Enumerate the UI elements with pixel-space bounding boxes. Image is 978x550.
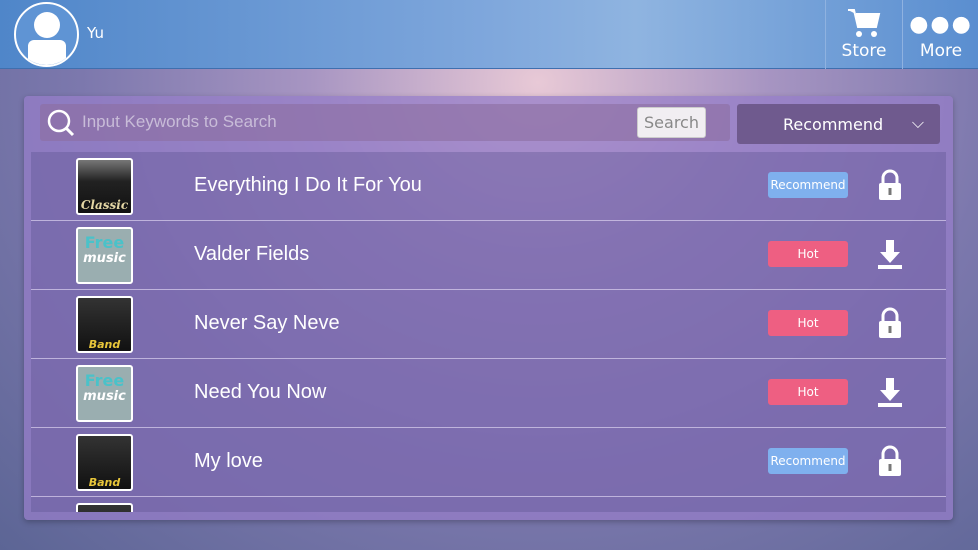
- more-dots-icon: ●●●: [909, 12, 973, 37]
- chevron-down-icon: ⌵: [911, 113, 924, 132]
- hot-badge: Hot: [768, 379, 848, 405]
- cart-icon: [848, 9, 881, 37]
- song-title: Need You Now: [194, 381, 327, 403]
- recommend-badge: Recommend: [768, 172, 848, 198]
- album-cover: Band: [76, 296, 133, 353]
- sort-dropdown[interactable]: Recommend ⌵: [737, 104, 940, 144]
- song-row[interactable]: Classic Everything I Do It For You Recomme…: [31, 152, 946, 221]
- search-bar: Search: [40, 104, 730, 141]
- album-cover: Free music: [76, 227, 133, 284]
- more-button[interactable]: ●●● More: [902, 0, 978, 69]
- search-button[interactable]: Search: [637, 107, 706, 138]
- song-title: My love: [194, 450, 263, 472]
- song-row[interactable]: Free music Need You Now Hot: [31, 359, 946, 428]
- album-cover: Band: [76, 434, 133, 491]
- album-cover: Classic: [76, 158, 133, 215]
- song-panel: Search Recommend ⌵ Classic Everything I D…: [24, 96, 953, 520]
- song-title: Everything I Do It For You: [194, 174, 422, 196]
- username: Yu: [87, 24, 104, 42]
- sort-selected: Recommend: [783, 115, 884, 134]
- lock-icon[interactable]: [876, 445, 904, 477]
- store-button[interactable]: Store: [825, 0, 902, 69]
- search-input[interactable]: [82, 112, 622, 132]
- song-row[interactable]: Free music Valder Fields Hot: [31, 221, 946, 290]
- hot-badge: Hot: [768, 241, 848, 267]
- lock-icon[interactable]: [876, 307, 904, 339]
- song-row[interactable]: Band Never Say Neve Hot: [31, 290, 946, 359]
- hot-badge: Hot: [768, 310, 848, 336]
- song-row[interactable]: Band: [31, 497, 946, 512]
- song-row[interactable]: Band My love Recommend: [31, 428, 946, 497]
- search-icon: [47, 109, 75, 137]
- download-icon[interactable]: [876, 376, 904, 408]
- song-list[interactable]: Classic Everything I Do It For You Recomme…: [31, 152, 946, 512]
- song-title: Valder Fields: [194, 243, 310, 265]
- download-icon[interactable]: [876, 238, 904, 270]
- lock-icon[interactable]: [876, 169, 904, 201]
- album-cover: Free music: [76, 365, 133, 422]
- recommend-badge: Recommend: [768, 448, 848, 474]
- top-bar: Yu Store ●●● More: [0, 0, 978, 69]
- album-cover: Band: [76, 503, 133, 512]
- avatar[interactable]: [14, 2, 79, 67]
- song-title: Never Say Neve: [194, 312, 340, 334]
